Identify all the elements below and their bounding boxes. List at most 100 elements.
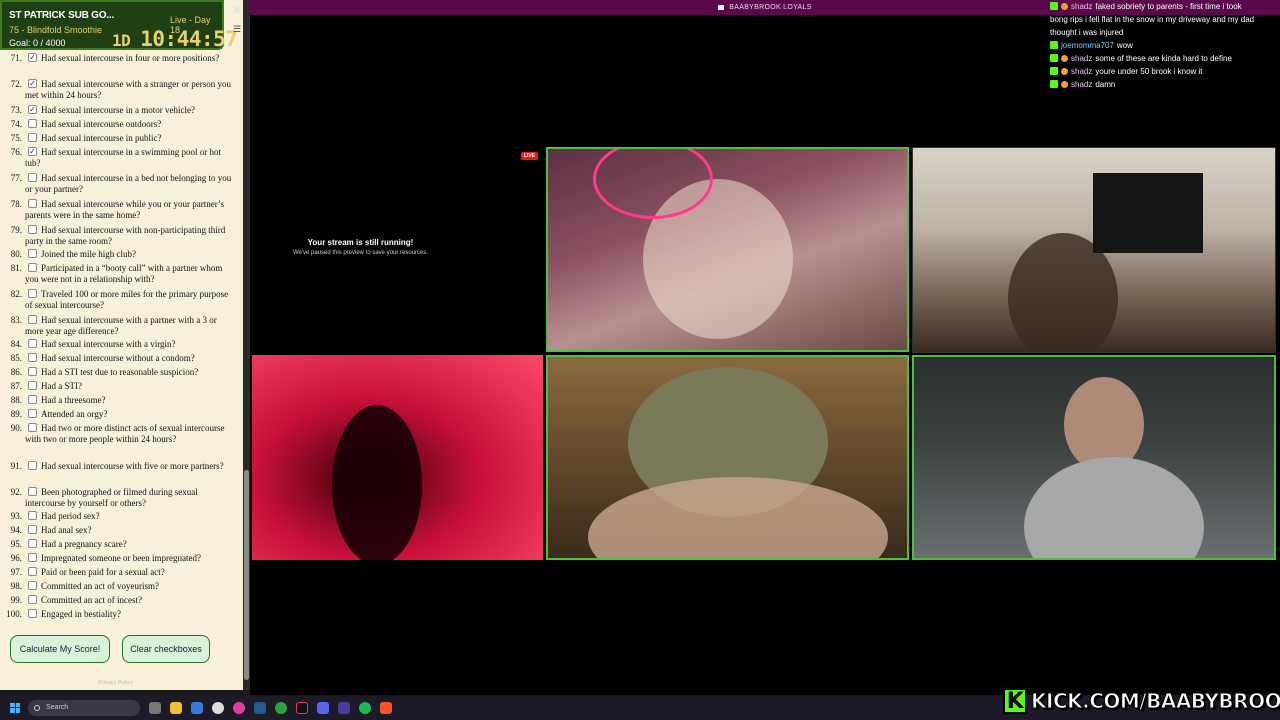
scrollbar[interactable]: [243, 0, 250, 690]
stream-title: BAABYBROOK LOYALS: [729, 4, 812, 11]
chat-message: shadz some of these are kinda hard to def…: [1050, 52, 1278, 65]
item-text: Had anal sex?: [41, 525, 92, 535]
item-number: 77.: [10, 173, 22, 183]
kick-badge-icon: [1050, 67, 1058, 75]
taskbar-search[interactable]: Search: [28, 699, 140, 716]
item-text: Had sexual intercourse in public?: [41, 133, 162, 143]
item-number: 86.: [10, 367, 22, 377]
menu-icon[interactable]: ☰: [233, 24, 241, 35]
chat-text: some of these are kinda hard to define: [1095, 54, 1232, 63]
steam-icon[interactable]: [254, 701, 266, 714]
subgoal-widget: ST PATRICK SUB GO... 75 - Blindfold Smoo…: [0, 0, 238, 51]
item-text: Had a threesome?: [41, 395, 106, 405]
spotify-icon[interactable]: [359, 701, 371, 714]
chat-text: youre under 50 brook i know it: [1095, 67, 1203, 76]
item-number: 91.: [10, 461, 22, 471]
item-text: Had sexual intercourse with a stranger o…: [25, 79, 231, 100]
user-badge-icon: [1061, 68, 1068, 75]
chat-message: shadz youre under 50 brook i know it: [1050, 65, 1278, 78]
item-number: 74.: [10, 119, 22, 129]
user-badge-icon: [1061, 3, 1068, 10]
item-number: 85.: [10, 353, 22, 363]
app-icon-purple[interactable]: [338, 701, 350, 714]
item-number: 90.: [10, 423, 22, 433]
item-text: Been photographed or filmed during sexua…: [25, 487, 198, 508]
kick-badge-icon: [1050, 2, 1058, 10]
widget-clock: 1D 10:44:57: [112, 27, 238, 51]
item-text: Had sexual intercourse with a virgin?: [41, 339, 176, 349]
chat-message: shadz faked sobriety to parents - first t…: [1050, 0, 1278, 13]
quiz-page[interactable]: 71. ✓ Had sexual intercourse in four or mo…: [0, 0, 243, 690]
chat-message: joemomma707 wow: [1050, 39, 1278, 52]
store-icon[interactable]: [191, 701, 203, 714]
brave-icon[interactable]: [380, 701, 392, 714]
tiktok-icon[interactable]: [296, 701, 308, 714]
chat-text: damn: [1095, 80, 1116, 89]
webcam-feed-1: [546, 147, 909, 352]
chat-text: wow: [1116, 41, 1133, 50]
item-text: Impregnated someone or been impregnated?: [41, 553, 201, 563]
item-number: 73.: [10, 105, 22, 115]
item-number: 83.: [10, 315, 22, 325]
widget-time: 10:44:57: [140, 27, 238, 51]
chat-username[interactable]: shadz: [1071, 54, 1092, 63]
item-text: Participated in a “booty call” with a pa…: [25, 263, 223, 284]
widget-subtitle: 75 - Blindfold Smoothie: [9, 25, 103, 35]
close-icon[interactable]: ✕: [232, 4, 241, 17]
widget-days: 1D: [112, 31, 131, 50]
chat-text: faked sobriety to parents - first time i…: [1095, 2, 1242, 11]
chat-overlay: shadz faked sobriety to parents - first t…: [1050, 0, 1278, 91]
chat-message: bong rips i fell flat in the snow in my …: [1050, 13, 1278, 26]
item-text: Had sexual intercourse without a condom?: [41, 353, 195, 363]
chat-username[interactable]: shadz: [1071, 2, 1092, 11]
chat-username[interactable]: joemomma707: [1061, 41, 1114, 50]
app-icon-pink[interactable]: [233, 701, 245, 714]
user-badge-icon: [1061, 55, 1068, 62]
webcam-feed-4: [546, 355, 909, 560]
item-number: 89.: [10, 409, 22, 419]
chat-text: bong rips i fell flat in the snow in my …: [1050, 15, 1255, 24]
person-silhouette: [588, 477, 888, 558]
item-number: 99.: [10, 595, 22, 605]
search-icon: [34, 704, 40, 711]
kick-badge-icon: [1050, 41, 1058, 49]
paused-subtitle: We've paused this preview to save your r…: [292, 250, 429, 256]
item-text: Had a STI?: [41, 381, 82, 391]
item-text: Had sexual intercourse outdoors?: [41, 119, 162, 129]
kick-logo-icon: K: [1003, 688, 1027, 714]
item-number: 81.: [10, 263, 22, 273]
xbox-icon[interactable]: [275, 701, 287, 714]
item-text: Had two or more distinct acts of sexual …: [25, 423, 225, 444]
calculate-score-button[interactable]: Calculate My Score!: [10, 635, 110, 663]
item-number: 87.: [10, 381, 22, 391]
windows-start-icon[interactable]: [10, 702, 20, 713]
item-number: 97.: [10, 567, 22, 577]
item-text: Engaged in bestiality?: [41, 609, 121, 619]
person-silhouette: [1024, 457, 1204, 558]
paused-title: Your stream is still running!: [307, 238, 414, 247]
item-number: 100.: [6, 609, 22, 619]
item-text: Had sexual intercourse while you or your…: [25, 199, 225, 220]
privacy-policy-link[interactable]: Privacy Policy: [98, 680, 133, 686]
chat-message: thought i was injured: [1050, 26, 1278, 39]
scrollbar-thumb[interactable]: [244, 470, 249, 680]
item-text: Had sexual intercourse with a partner wi…: [25, 315, 217, 336]
item-number: 72.: [10, 79, 22, 89]
clear-checkboxes-button[interactable]: Clear checkboxes: [122, 635, 210, 663]
chat-username[interactable]: shadz: [1071, 67, 1092, 76]
tv-screen: [1093, 173, 1203, 253]
settings-icon[interactable]: [212, 701, 224, 714]
discord-icon[interactable]: [317, 701, 329, 714]
item-text: Committed an act of voyeurism?: [41, 581, 159, 591]
item-number: 93.: [10, 511, 22, 521]
chat-username[interactable]: shadz: [1071, 80, 1092, 89]
file-explorer-icon[interactable]: [170, 701, 182, 714]
quiz-panel: 71. ✓ Had sexual intercourse in four or mo…: [0, 0, 250, 695]
kick-badge-icon: [1050, 54, 1058, 62]
task-view-icon[interactable]: [149, 701, 161, 714]
item-number: 94.: [10, 525, 22, 535]
item-text: Joined the mile high club?: [41, 249, 136, 259]
chat-text: thought i was injured: [1050, 28, 1124, 37]
widget-goal: Goal: 0 / 4000: [9, 38, 66, 48]
chat-bubble-icon: [718, 5, 725, 10]
